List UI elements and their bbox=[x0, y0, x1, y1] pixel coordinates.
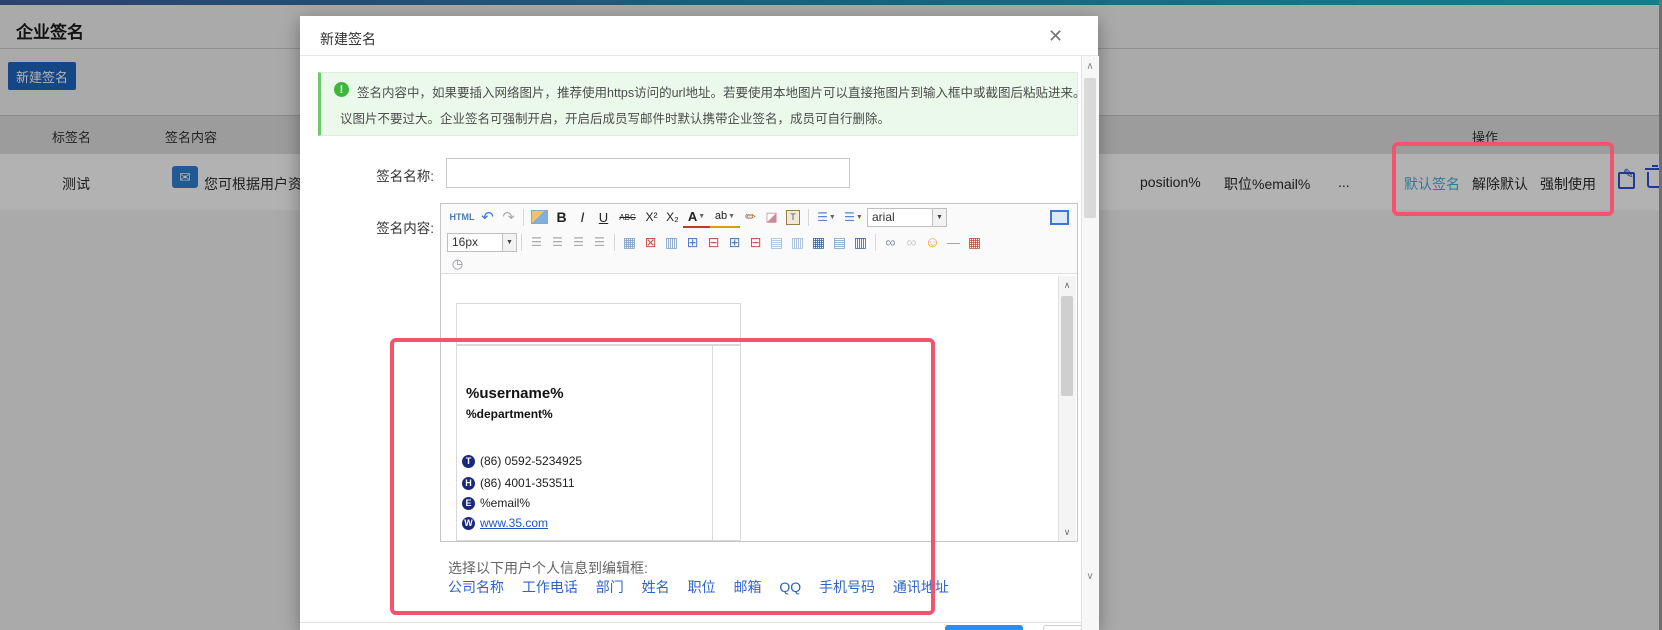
superscript-icon[interactable]: X² bbox=[641, 207, 662, 227]
redo-icon[interactable]: ↷ bbox=[498, 207, 519, 227]
insert-column-icon[interactable]: ⊞ bbox=[724, 232, 745, 252]
schedule-icon[interactable]: ◷ bbox=[447, 254, 468, 274]
toolbar-separator bbox=[875, 234, 876, 251]
insert-image-icon[interactable] bbox=[531, 210, 548, 224]
align-right-icon[interactable]: ☰ bbox=[568, 232, 589, 252]
source-code-icon[interactable]: HTML bbox=[447, 207, 477, 227]
dialog-footer-divider bbox=[300, 622, 1098, 623]
scroll-up-icon[interactable]: ∧ bbox=[1059, 277, 1075, 293]
annotation-rect-signature bbox=[390, 338, 935, 615]
highlight-color-icon[interactable]: ab▼ bbox=[710, 206, 740, 228]
signature-content-label: 签名内容: bbox=[314, 217, 434, 237]
eraser-icon[interactable]: ◪ bbox=[761, 207, 782, 227]
italic-icon[interactable]: I bbox=[572, 207, 593, 227]
subscript-icon[interactable]: X₂ bbox=[662, 207, 683, 227]
strikethrough-icon[interactable]: ABC bbox=[614, 207, 641, 227]
split-cell-icon[interactable]: ▥ bbox=[787, 232, 808, 252]
editor-toolbar-row2: 16px▼☰☰☰☰▦⊠▥⊞⊟⊞⊟▤▥▦▤▥∞∞☺—▦ bbox=[441, 230, 1077, 254]
bold-icon[interactable]: B bbox=[551, 207, 572, 227]
align-justify-icon[interactable]: ☰ bbox=[589, 232, 610, 252]
delete-column-icon[interactable]: ⊟ bbox=[745, 232, 766, 252]
align-center-icon[interactable]: ☰ bbox=[547, 232, 568, 252]
font-family-select-arrow-icon[interactable]: ▼ bbox=[933, 208, 947, 227]
dialog-title-divider bbox=[300, 55, 1098, 56]
dropdown-arrow-icon: ▼ bbox=[829, 214, 836, 221]
dropdown-arrow-icon: ▼ bbox=[698, 213, 705, 220]
underline-icon[interactable]: U bbox=[593, 207, 614, 227]
link-icon[interactable]: ∞ bbox=[880, 232, 901, 252]
toolbar-separator bbox=[521, 234, 522, 251]
table-properties-icon[interactable]: ▤ bbox=[829, 232, 850, 252]
unlink-icon[interactable]: ∞ bbox=[901, 232, 922, 252]
ordered-list-icon[interactable]: ☰▼ bbox=[813, 207, 840, 227]
dropdown-arrow-icon: ▼ bbox=[728, 213, 735, 220]
dialog-scrollbar[interactable]: ∧ ∨ bbox=[1081, 56, 1099, 630]
insert-table-icon[interactable]: ▦ bbox=[619, 232, 640, 252]
table-header-icon[interactable]: ▥ bbox=[661, 232, 682, 252]
close-icon[interactable]: ✕ bbox=[1048, 26, 1063, 47]
fullscreen-icon[interactable] bbox=[1050, 210, 1069, 225]
cell-properties-icon[interactable]: ▥ bbox=[850, 232, 871, 252]
font-size-select[interactable]: 16px bbox=[447, 233, 503, 252]
signature-name-input[interactable] bbox=[446, 158, 850, 188]
editor-scrollbar[interactable]: ∧ ∨ bbox=[1058, 276, 1076, 541]
dialog-scroll-up-icon[interactable]: ∧ bbox=[1082, 58, 1098, 74]
font-family-select[interactable]: arial bbox=[867, 208, 933, 227]
emoticon-icon[interactable]: ☺ bbox=[922, 232, 943, 252]
toolbar-separator bbox=[808, 209, 809, 226]
font-color-icon[interactable]: A▼ bbox=[683, 206, 710, 228]
format-brush-icon[interactable]: ✏ bbox=[740, 207, 761, 227]
calendar-icon[interactable]: ▦ bbox=[964, 232, 985, 252]
banner-line2: 议图片不要过大。企业签名可强制开启，开启后成员写邮件时默认携带企业签名，成员可自… bbox=[340, 108, 890, 127]
dropdown-arrow-icon: ▼ bbox=[856, 214, 863, 221]
paste-text-icon[interactable]: T bbox=[786, 210, 800, 225]
editor-toolbar-row1: HTML↶↷BIUABCX²X₂A▼ab▼✏◪T☰▼☰▼arial▼ bbox=[441, 204, 1077, 230]
toolbar-separator bbox=[614, 234, 615, 251]
font-size-select-arrow-icon[interactable]: ▼ bbox=[503, 233, 517, 252]
info-icon: ! bbox=[334, 82, 349, 97]
insert-row-icon[interactable]: ⊞ bbox=[682, 232, 703, 252]
scroll-down-icon[interactable]: ∨ bbox=[1059, 524, 1075, 540]
align-left-icon[interactable]: ☰ bbox=[526, 232, 547, 252]
confirm-button[interactable] bbox=[945, 625, 1023, 630]
toolbar-separator bbox=[523, 209, 524, 226]
merge-cells-icon[interactable]: ▤ bbox=[766, 232, 787, 252]
editor-scrollbar-thumb[interactable] bbox=[1061, 296, 1073, 396]
editor-toolbar-row3: ◷ bbox=[441, 254, 1077, 274]
horizontal-rule-icon[interactable]: — bbox=[943, 232, 964, 252]
signature-name-label: 签名名称: bbox=[314, 165, 434, 185]
dialog-title: 新建签名 bbox=[320, 29, 376, 49]
delete-row-icon[interactable]: ⊟ bbox=[703, 232, 724, 252]
delete-table-icon[interactable]: ⊠ bbox=[640, 232, 661, 252]
banner-line1: 签名内容中，如果要插入网络图片，推荐使用https访问的url地址。若要使用本地… bbox=[357, 82, 1098, 101]
undo-icon[interactable]: ↶ bbox=[477, 207, 498, 227]
dialog-scrollbar-thumb[interactable] bbox=[1084, 78, 1096, 218]
annotation-rect-actions bbox=[1392, 142, 1614, 216]
unordered-list-icon[interactable]: ☰▼ bbox=[840, 207, 867, 227]
dialog-scroll-down-icon[interactable]: ∨ bbox=[1082, 568, 1098, 584]
merge-row-icon[interactable]: ▦ bbox=[808, 232, 829, 252]
